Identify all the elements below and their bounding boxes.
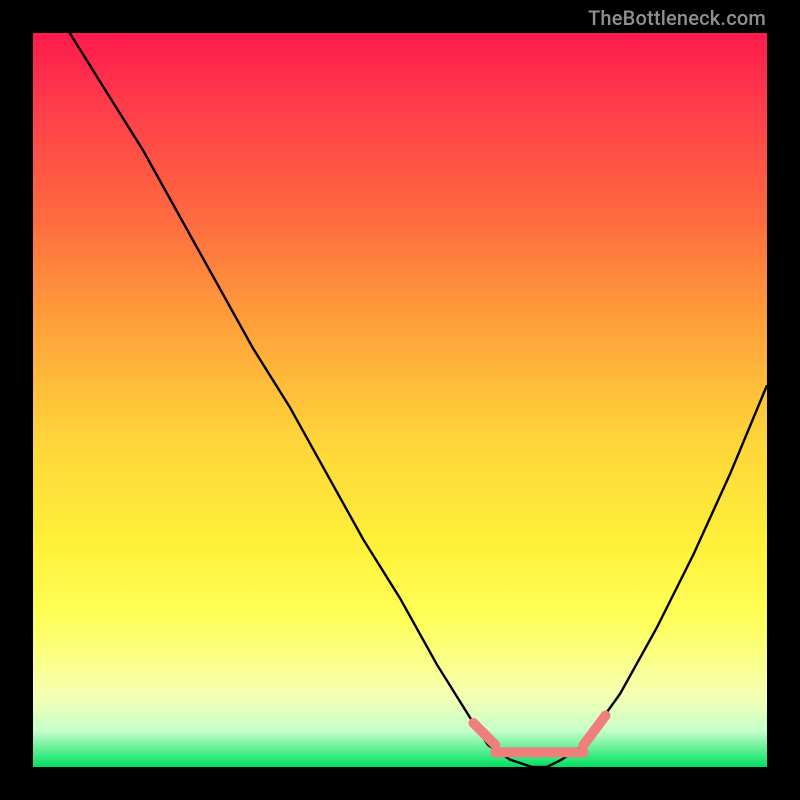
- bottleneck-curve: [33, 33, 767, 767]
- chart-frame: TheBottleneck.com: [0, 0, 800, 800]
- highlight-right-knee: [584, 716, 606, 745]
- watermark-text: TheBottleneck.com: [588, 6, 766, 30]
- highlight-left-knee: [473, 723, 495, 745]
- plot-area: [33, 33, 767, 767]
- curve-main: [70, 33, 767, 767]
